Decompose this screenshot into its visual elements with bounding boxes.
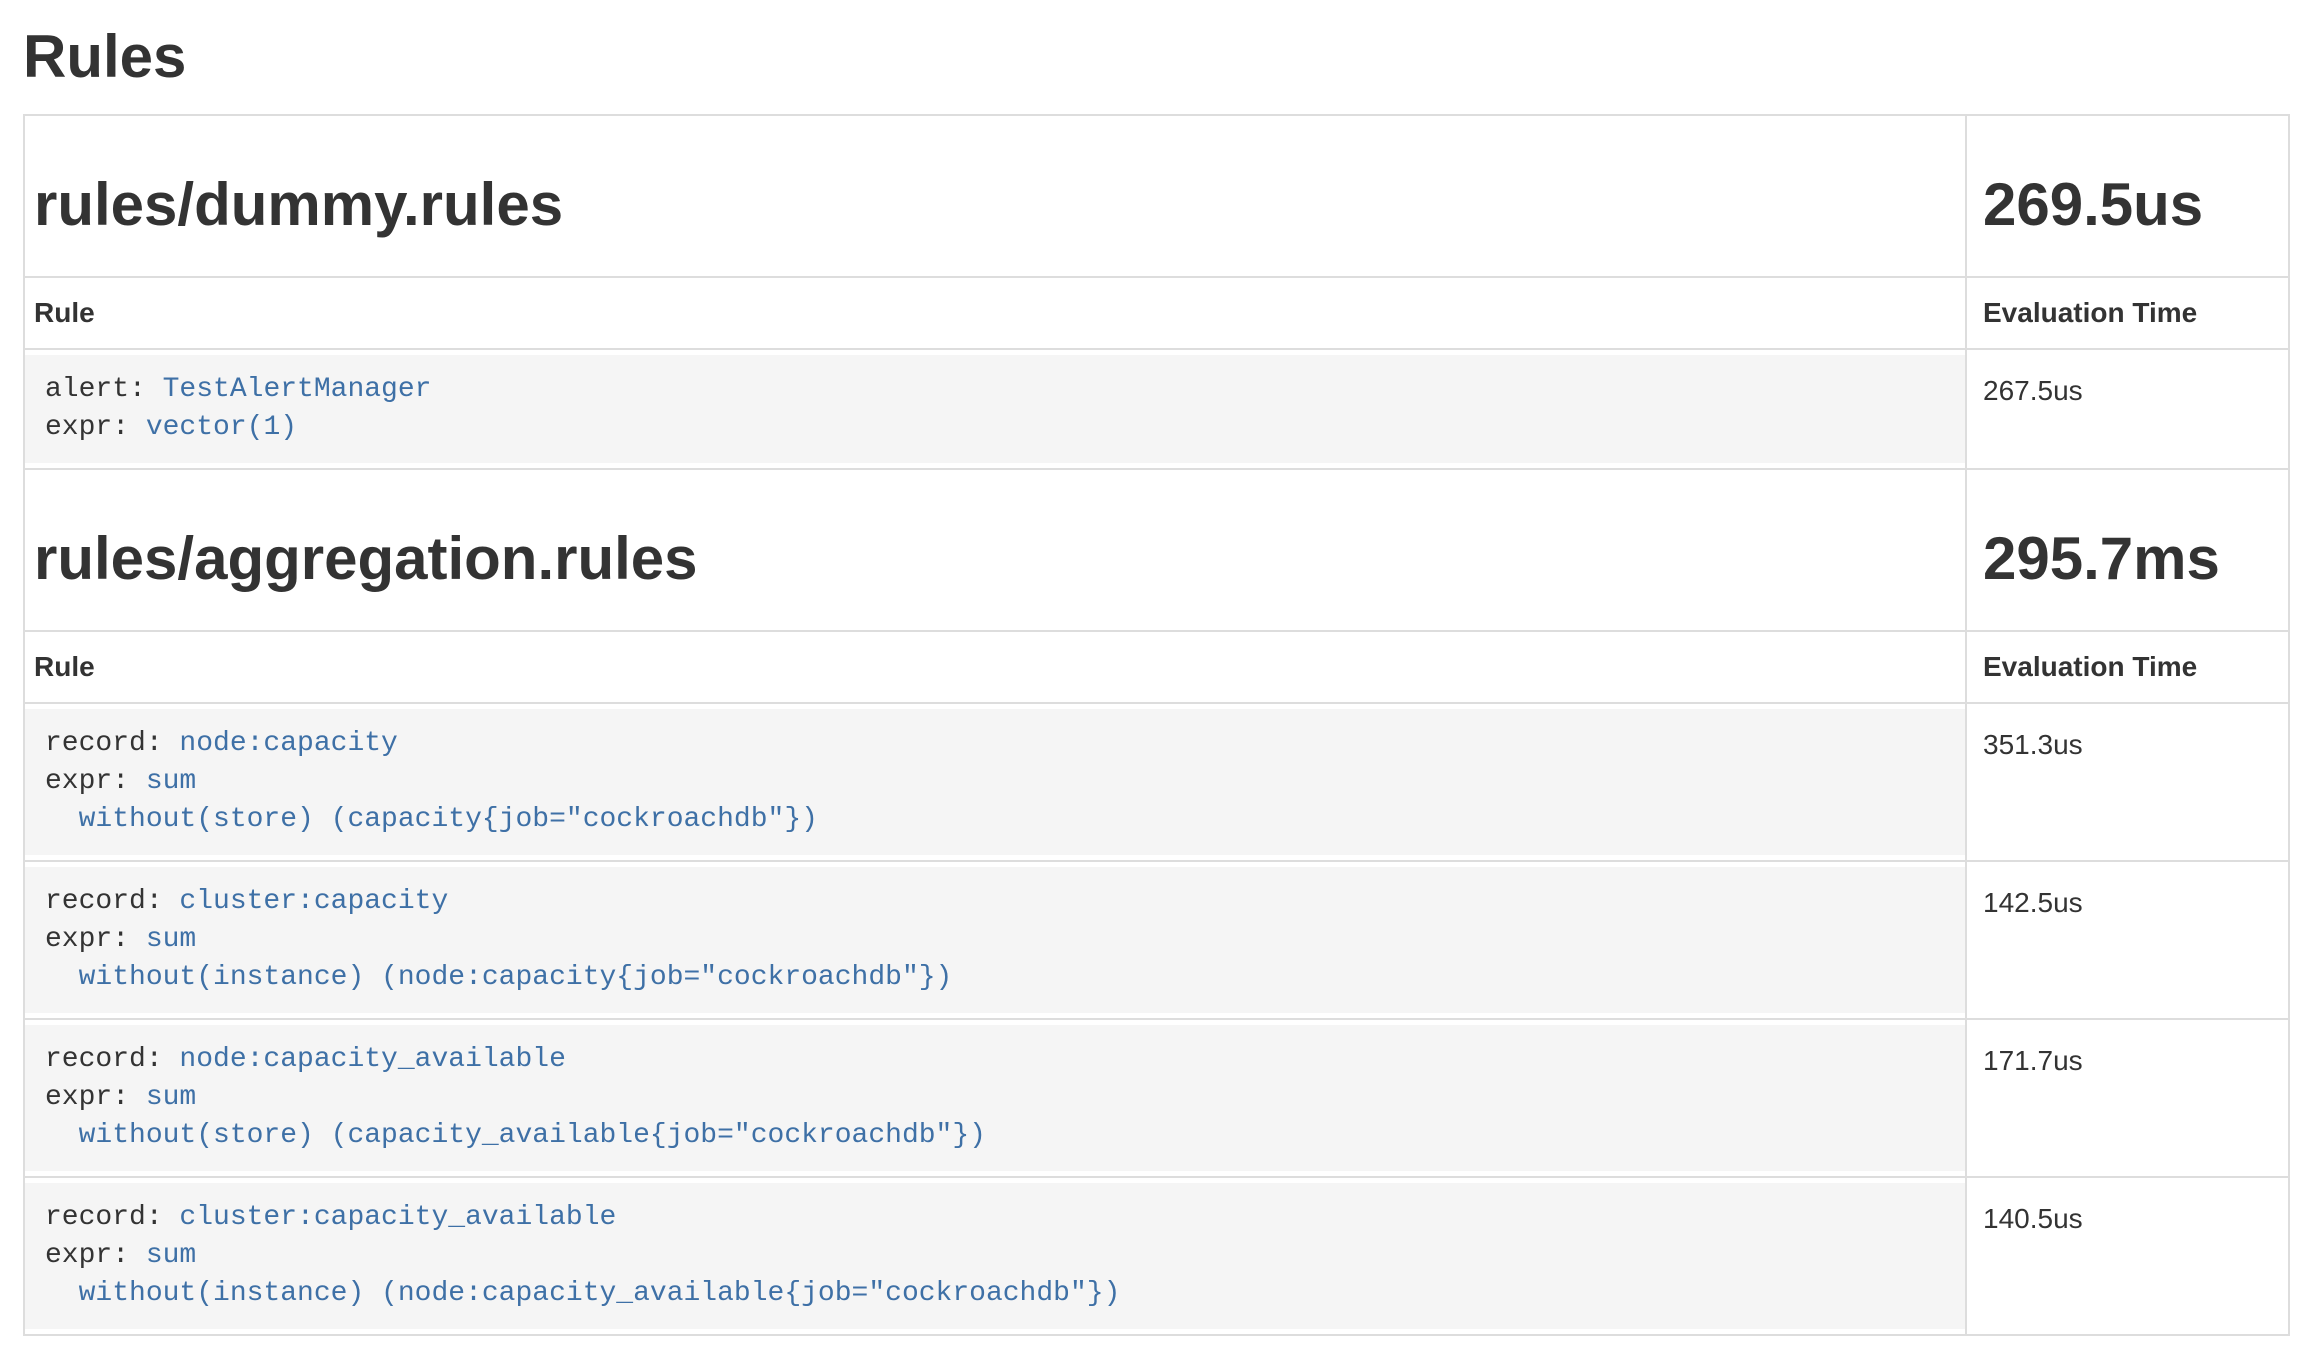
rule-row: record: cluster:capacity expr: sum witho… (25, 860, 2288, 1018)
rule-keyword: record: (45, 1044, 179, 1075)
rules-page: Rules rules/dummy.rules 269.5us Rule Eva… (0, 24, 2316, 1336)
group-name: rules/dummy.rules (34, 172, 1965, 238)
col-header-eval-time: Evaluation Time (1965, 632, 2288, 702)
rule-keyword: expr: (45, 766, 146, 797)
rule-keyword: record: (45, 886, 179, 917)
rule-row: record: node:capacity_available expr: su… (25, 1018, 2288, 1176)
column-header-row: Rule Evaluation Time (25, 276, 2288, 348)
rule-row: record: cluster:capacity_available expr:… (25, 1176, 2288, 1334)
rule-definition: record: node:capacity_available expr: su… (25, 1025, 1965, 1171)
rule-eval-time: 140.5us (1965, 1178, 2288, 1334)
rule-link[interactable]: vector(1) (146, 412, 297, 443)
rule-keyword: expr: (45, 924, 146, 955)
rule-eval-time: 171.7us (1965, 1020, 2288, 1176)
rule-link[interactable]: sum (146, 766, 196, 797)
rule-link[interactable]: cluster:capacity_available (179, 1202, 616, 1233)
rule-link[interactable]: TestAlertManager (163, 374, 432, 405)
rule-row: alert: TestAlertManager expr: vector(1) … (25, 348, 2288, 468)
rule-keyword: record: (45, 1202, 179, 1233)
rules-table: rules/dummy.rules 269.5us Rule Evaluatio… (23, 114, 2290, 1336)
rule-keyword: expr: (45, 1240, 146, 1271)
col-header-rule: Rule (25, 632, 1965, 702)
rule-definition: record: node:capacity expr: sum without(… (25, 709, 1965, 855)
rule-eval-time: 142.5us (1965, 862, 2288, 1018)
rule-definition: alert: TestAlertManager expr: vector(1) (25, 355, 1965, 463)
rule-link[interactable]: sum (146, 1240, 196, 1271)
rule-group: rules/dummy.rules 269.5us Rule Evaluatio… (25, 116, 2288, 468)
col-header-eval-time: Evaluation Time (1965, 278, 2288, 348)
col-header-rule: Rule (25, 278, 1965, 348)
rule-keyword: alert: (45, 374, 163, 405)
group-name: rules/aggregation.rules (34, 526, 1965, 592)
group-header-row: rules/aggregation.rules 295.7ms (25, 468, 2288, 630)
rule-keyword: expr: (45, 412, 146, 443)
column-header-row: Rule Evaluation Time (25, 630, 2288, 702)
rule-link[interactable]: cluster:capacity (179, 886, 448, 917)
group-header-row: rules/dummy.rules 269.5us (25, 116, 2288, 276)
rule-link[interactable]: without(instance) (node:capacity{job="co… (45, 962, 952, 993)
rule-group: rules/aggregation.rules 295.7ms Rule Eva… (25, 468, 2288, 1334)
rule-row: record: node:capacity expr: sum without(… (25, 702, 2288, 860)
page-title: Rules (23, 24, 2290, 90)
rule-link[interactable]: without(store) (capacity{job="cockroachd… (45, 804, 818, 835)
rule-link[interactable]: sum (146, 924, 196, 955)
group-eval-time: 269.5us (1983, 172, 2288, 238)
group-eval-time: 295.7ms (1983, 526, 2288, 592)
rule-definition: record: cluster:capacity_available expr:… (25, 1183, 1965, 1329)
rule-eval-time: 267.5us (1965, 350, 2288, 468)
rule-definition: record: cluster:capacity expr: sum witho… (25, 867, 1965, 1013)
rule-eval-time: 351.3us (1965, 704, 2288, 860)
rule-link[interactable]: without(store) (capacity_available{job="… (45, 1120, 986, 1151)
rule-link[interactable]: sum (146, 1082, 196, 1113)
rule-keyword: expr: (45, 1082, 146, 1113)
rule-link[interactable]: node:capacity (179, 728, 397, 759)
rule-keyword: record: (45, 728, 179, 759)
rule-link[interactable]: node:capacity_available (179, 1044, 565, 1075)
rule-link[interactable]: without(instance) (node:capacity_availab… (45, 1278, 1120, 1309)
